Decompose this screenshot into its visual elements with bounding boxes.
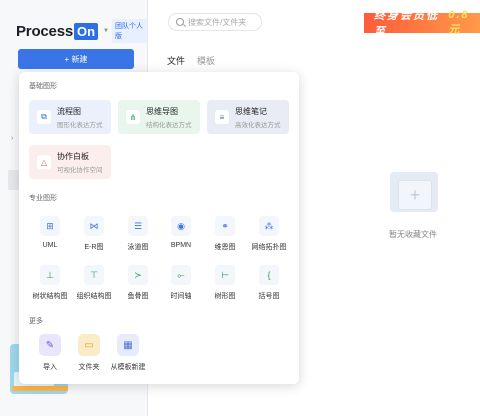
card-note[interactable]: ≡ 思维笔记 高效化表达方式 bbox=[207, 100, 289, 134]
tool-label: 树状结构图 bbox=[32, 293, 68, 300]
chevron-down-icon[interactable]: ▼ bbox=[103, 28, 109, 34]
org-icon: ⊤ bbox=[84, 265, 104, 285]
logo-text: Process bbox=[16, 22, 73, 40]
tool-treemap[interactable]: ⊢ 树形图 bbox=[204, 265, 246, 301]
tool-tree[interactable]: ⊥ 树状结构图 bbox=[29, 265, 71, 301]
tree-icon: ⊥ bbox=[40, 265, 60, 285]
more-import[interactable]: ✎ 导入 bbox=[29, 334, 71, 372]
er-icon: ⋈ bbox=[84, 216, 104, 236]
empty-folder-illustration: + bbox=[382, 166, 444, 218]
folder-plus-icon: + bbox=[398, 180, 432, 210]
search-box[interactable]: 搜索文件/文件夹 bbox=[168, 13, 262, 31]
vip-banner[interactable]: 终身会员低至 0.8元 bbox=[364, 9, 480, 38]
section-title-basic: 基础图形 bbox=[29, 83, 57, 90]
card-subtitle: 图形化表达方式 bbox=[57, 121, 103, 129]
vip-text: 终身会员低至 bbox=[374, 10, 439, 38]
treemap-icon: ⊢ bbox=[215, 265, 235, 285]
more-folder[interactable]: ▭ 文件夹 bbox=[68, 334, 110, 372]
whiteboard-icon: △ bbox=[37, 155, 51, 169]
card-title: 思维笔记 bbox=[235, 106, 267, 116]
bracket-icon: { bbox=[259, 265, 279, 285]
tool-network[interactable]: ⁂ 网络拓扑图 bbox=[248, 216, 290, 252]
tool-bpmn[interactable]: ◉ BPMN bbox=[160, 216, 202, 249]
team-badge[interactable]: 团队个人版 bbox=[112, 19, 147, 43]
tool-label: BPMN bbox=[170, 242, 192, 249]
tool-label: 导入 bbox=[43, 364, 57, 371]
tool-fishbone[interactable]: ≻ 鱼骨图 bbox=[117, 265, 159, 301]
import-icon: ✎ bbox=[39, 334, 61, 356]
flowchart-icon: ⧉ bbox=[37, 110, 51, 124]
tool-label: 从模板新建 bbox=[110, 364, 146, 371]
tabs: 文件 模板 bbox=[167, 54, 215, 67]
card-mindmap[interactable]: ⋔ 思维导图 结构化表达方式 bbox=[118, 100, 200, 134]
card-flowchart[interactable]: ⧉ 流程图 图形化表达方式 bbox=[29, 100, 111, 134]
section-title-pro: 专业图形 bbox=[29, 195, 57, 202]
tool-org[interactable]: ⊤ 组织结构图 bbox=[73, 265, 115, 301]
network-icon: ⁂ bbox=[259, 216, 279, 236]
bpmn-icon: ◉ bbox=[171, 216, 191, 236]
tool-label: 网络拓扑图 bbox=[251, 244, 287, 251]
logo-box: On bbox=[73, 22, 99, 40]
card-subtitle: 可视化协作空间 bbox=[57, 166, 103, 174]
tool-label: 泳道图 bbox=[127, 244, 149, 251]
card-subtitle: 结构化表达方式 bbox=[146, 121, 192, 129]
folder-icon: ▭ bbox=[78, 334, 100, 356]
tool-swimlane[interactable]: ☰ 泳道图 bbox=[117, 216, 159, 252]
tool-label: 文件夹 bbox=[78, 364, 100, 371]
tool-uml[interactable]: ⊞ UML bbox=[29, 216, 71, 249]
tool-label: 时间轴 bbox=[170, 293, 192, 300]
card-subtitle: 高效化表达方式 bbox=[235, 121, 281, 129]
venn-icon: ⚭ bbox=[215, 216, 235, 236]
card-whiteboard[interactable]: △ 协作白板 可视化协作空间 bbox=[29, 145, 111, 179]
logo[interactable]: Process On ▼ 团队个人版 bbox=[16, 19, 147, 43]
section-title-more: 更多 bbox=[29, 318, 43, 325]
fishbone-icon: ≻ bbox=[128, 265, 148, 285]
new-button[interactable]: + 新建 bbox=[18, 49, 134, 69]
card-title: 流程图 bbox=[57, 106, 81, 116]
tab-templates[interactable]: 模板 bbox=[197, 54, 215, 67]
uml-icon: ⊞ bbox=[40, 216, 60, 236]
template-icon: ▦ bbox=[117, 334, 139, 356]
search-input[interactable]: 搜索文件/文件夹 bbox=[188, 17, 246, 28]
new-menu-popup: 基础图形 ⧉ 流程图 图形化表达方式 ⋔ 思维导图 结构化表达方式 ≡ 思维笔记… bbox=[19, 72, 299, 384]
tool-er[interactable]: ⋈ E-R图 bbox=[73, 216, 115, 252]
tool-timeline[interactable]: ⟜ 时间轴 bbox=[160, 265, 202, 301]
tool-venn[interactable]: ⚭ 维恩图 bbox=[204, 216, 246, 252]
swimlane-icon: ☰ bbox=[128, 216, 148, 236]
tool-label: 括号图 bbox=[258, 293, 280, 300]
empty-state-text: 暂无收藏文件 bbox=[389, 230, 437, 239]
search-icon bbox=[176, 18, 184, 26]
note-icon: ≡ bbox=[215, 110, 229, 124]
tool-bracket[interactable]: { 括号图 bbox=[248, 265, 290, 301]
tool-label: E-R图 bbox=[84, 244, 104, 251]
vip-price: 0.8元 bbox=[448, 9, 470, 36]
tab-files[interactable]: 文件 bbox=[167, 54, 185, 67]
tool-label: 组织结构图 bbox=[76, 293, 112, 300]
tool-label: UML bbox=[42, 242, 58, 249]
chevron-right-icon[interactable]: › bbox=[11, 135, 13, 142]
more-template[interactable]: ▦ 从模板新建 bbox=[107, 334, 149, 372]
mindmap-icon: ⋔ bbox=[126, 110, 140, 124]
promo-bar bbox=[12, 386, 68, 391]
tool-label: 维恩图 bbox=[214, 244, 236, 251]
tool-label: 树形图 bbox=[214, 293, 236, 300]
card-title: 协作白板 bbox=[57, 151, 89, 161]
card-title: 思维导图 bbox=[146, 106, 178, 116]
tool-label: 鱼骨图 bbox=[127, 293, 149, 300]
timeline-icon: ⟜ bbox=[171, 265, 191, 285]
